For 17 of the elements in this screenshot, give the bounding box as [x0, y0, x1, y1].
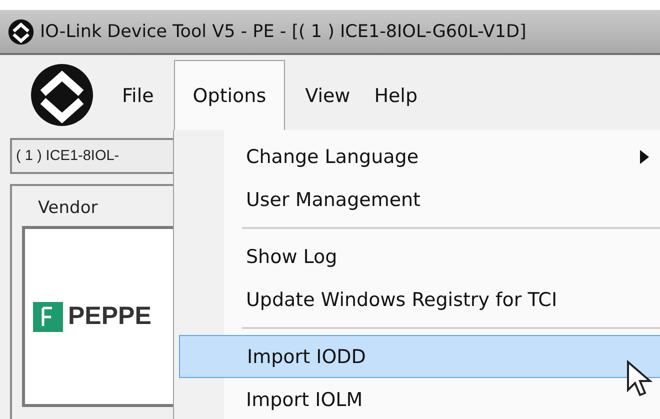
brand-logo-text: PEPPE	[68, 302, 152, 331]
menu-entry[interactable]: User Management	[174, 178, 660, 221]
menu-entry[interactable]: Show Log	[174, 235, 660, 278]
app-logo-icon	[8, 18, 34, 44]
menu-item[interactable]: File	[110, 60, 166, 130]
pointer-icon	[626, 360, 654, 398]
window-title: IO-Link Device Tool V5 - PE - [( 1 ) ICE1-8IOL-G60L-V1D]	[40, 22, 526, 42]
app-logo-icon	[30, 63, 94, 127]
group-title: Vendor	[38, 198, 98, 218]
menu-entry[interactable]: Import IODD	[179, 335, 660, 378]
menu-entry[interactable]: Update Windows Registry for TCI	[174, 278, 660, 321]
brand-logo-icon	[33, 302, 63, 332]
menu-item[interactable]: View	[293, 60, 362, 130]
menu-item[interactable]: Options	[174, 60, 286, 130]
submenu-arrow-icon	[640, 150, 649, 164]
menu-item[interactable]: Help	[362, 60, 430, 130]
menu-entry[interactable]: Import IOLM	[174, 378, 660, 419]
